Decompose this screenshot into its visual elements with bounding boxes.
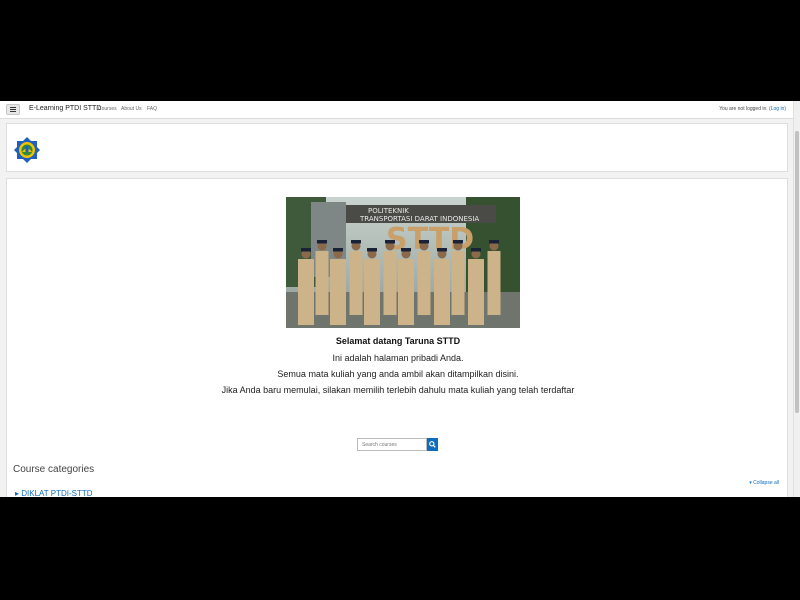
category-item[interactable]: ▸ DIKLAT PTDI-STTD (15, 489, 93, 497)
cadet-figure (417, 251, 431, 315)
cadet-figure (364, 259, 380, 325)
nav-link-courses[interactable]: Courses (98, 106, 117, 112)
cadet-cap (489, 240, 499, 244)
cadet-figure (298, 259, 314, 325)
welcome-line: Jika Anda baru memulai, silakan memilih … (221, 385, 575, 395)
category-label: DIKLAT PTDI-STTD (21, 489, 93, 497)
hamburger-icon (10, 107, 16, 112)
cadet-cap (471, 248, 481, 252)
cadets-group-photo: POLITEKNIK TRANSPORTASI DARAT INDONESIA … (286, 197, 520, 328)
svg-text:POLITEKNIK: POLITEKNIK (368, 207, 409, 215)
cadet-cap (301, 248, 311, 252)
search-courses-input[interactable]: Search courses (357, 438, 427, 451)
search-button[interactable] (427, 438, 438, 451)
top-navbar: E-Learning PTDI STTD Courses About Us FA… (0, 101, 794, 119)
cadet-cap (419, 240, 429, 244)
nav-link-about-us[interactable]: About Us (121, 106, 142, 112)
cadet-cap (317, 240, 327, 244)
welcome-line: Ini adalah halaman pribadi Anda. (332, 353, 464, 363)
cadet-figure (398, 259, 414, 325)
welcome-title: Selamat datang Taruna STTD (335, 336, 461, 346)
collapse-all-label: Collapse all (753, 480, 779, 486)
cadet-figure (487, 251, 501, 315)
cadet-cap (351, 240, 361, 244)
menu-toggle-button[interactable] (6, 104, 20, 115)
cadet-figure (315, 251, 329, 315)
login-link[interactable]: (Log in) (769, 106, 786, 112)
vertical-scrollbar[interactable] (793, 101, 800, 497)
site-name[interactable]: E-Learning PTDI STTD (29, 105, 101, 112)
login-info: You are not logged in. (Log in) (719, 106, 786, 112)
cadet-figure (349, 251, 363, 315)
search-icon (429, 441, 436, 448)
welcome-line: Semua mata kuliah yang anda ambil akan d… (277, 369, 519, 379)
cadet-cap (401, 248, 411, 252)
cadet-figure (451, 251, 465, 315)
collapse-all-link[interactable]: ▾ Collapse all (749, 480, 779, 486)
cadet-figure (330, 259, 346, 325)
cadet-cap (453, 240, 463, 244)
course-categories-heading: Course categories (13, 464, 95, 475)
cadet-cap (385, 240, 395, 244)
nav-link-faq[interactable]: FAQ (147, 106, 157, 112)
institution-logo-icon (14, 137, 40, 163)
cadet-cap (437, 248, 447, 252)
cadet-cap (333, 248, 343, 252)
cadet-figure (383, 251, 397, 315)
cadet-figure (434, 259, 450, 325)
cadet-cap (367, 248, 377, 252)
cadet-figure (468, 259, 484, 325)
main-content: POLITEKNIK TRANSPORTASI DARAT INDONESIA … (6, 178, 788, 497)
page-header (6, 123, 788, 172)
scrollbar-thumb[interactable] (795, 131, 799, 413)
login-status-text: You are not logged in. (719, 106, 768, 112)
browser-viewport: E-Learning PTDI STTD Courses About Us FA… (0, 101, 800, 497)
